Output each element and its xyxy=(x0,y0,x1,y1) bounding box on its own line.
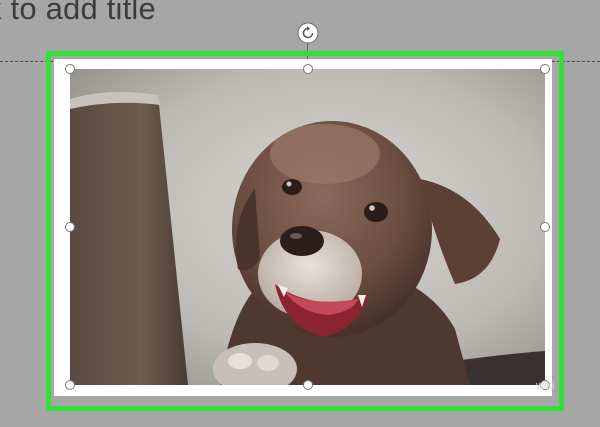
puppy-photo[interactable] xyxy=(70,69,545,385)
rotate-handle[interactable] xyxy=(297,22,319,44)
sizing-handle-bottom-left[interactable] xyxy=(65,380,75,390)
sizing-handle-top-left[interactable] xyxy=(65,64,75,74)
sizing-handle-top-center[interactable] xyxy=(303,64,313,74)
sizing-handle-bottom-center[interactable] xyxy=(303,380,313,390)
sizing-handle-top-right[interactable] xyxy=(540,64,550,74)
sizing-handle-middle-left[interactable] xyxy=(65,222,75,232)
title-placeholder[interactable]: k to add title xyxy=(0,0,156,27)
sizing-handle-middle-right[interactable] xyxy=(540,222,550,232)
rotate-icon xyxy=(297,22,319,44)
watermark: wiki xyxy=(536,380,555,392)
